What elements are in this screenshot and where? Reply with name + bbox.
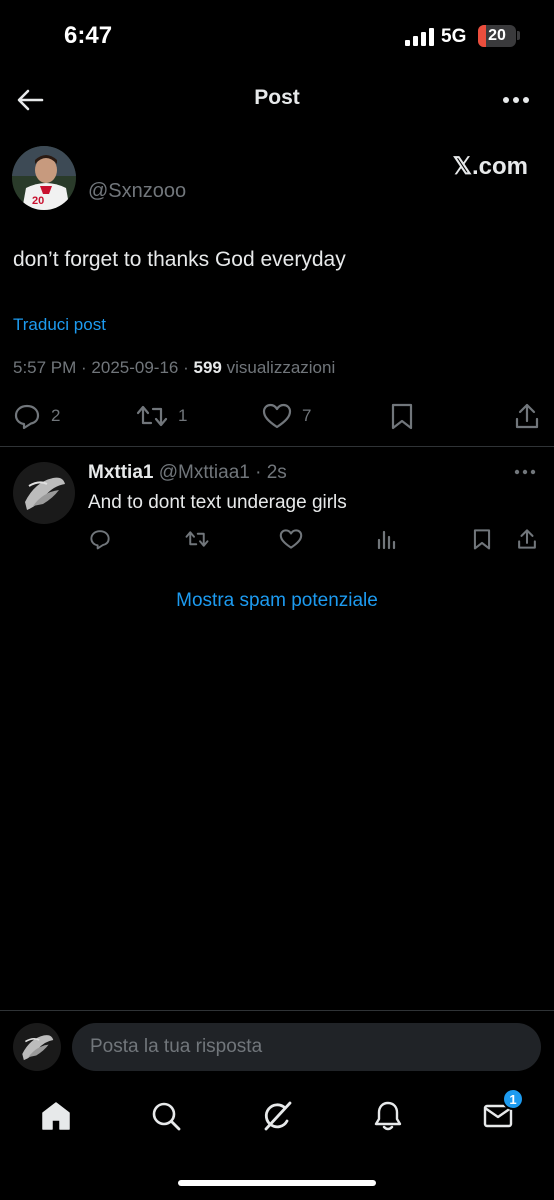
repost-icon [136, 405, 168, 427]
status-bar: 6:47 5G 20 [0, 0, 554, 72]
analytics-icon [377, 530, 396, 550]
heart-icon [262, 403, 292, 429]
reply-reply-button[interactable] [87, 526, 113, 552]
reply-author-handle[interactable]: @Mxttiaa1 · 2s [153, 462, 287, 483]
my-avatar[interactable] [13, 1023, 61, 1071]
tab-messages[interactable]: 1 [478, 1088, 524, 1136]
views-label: visualizzazioni [221, 358, 336, 377]
reply-icon [90, 530, 110, 550]
reply-author-name[interactable]: Mxttia1 [88, 462, 153, 483]
translate-post-link[interactable]: Traduci post [13, 315, 106, 335]
tab-notifications[interactable] [368, 1096, 408, 1136]
reply-views-button[interactable] [374, 526, 400, 552]
page-title: Post [254, 86, 300, 109]
reply-button[interactable]: 2 [13, 398, 60, 434]
tab-home[interactable] [36, 1096, 76, 1136]
svg-text:20: 20 [32, 195, 44, 207]
arrow-left-icon [17, 89, 44, 111]
source-watermark: 𝕏.com [452, 153, 528, 180]
views-count[interactable]: 599 [193, 358, 221, 377]
more-horizontal-icon [514, 469, 536, 475]
reply-composer [0, 1010, 554, 1082]
bell-icon [374, 1101, 402, 1131]
main-post: 20 @Sxnzooo 𝕏.com don’t forget to thanks… [0, 130, 554, 447]
like-count: 7 [302, 406, 312, 425]
author-handle[interactable]: @Sxnzooo [88, 180, 186, 203]
battery-icon: 20 [478, 25, 516, 47]
reply-repost-button[interactable] [184, 526, 210, 552]
tab-search[interactable] [146, 1096, 186, 1136]
grok-icon [264, 1101, 292, 1131]
top-nav: Post [0, 72, 554, 130]
reply-avatar[interactable] [13, 462, 75, 524]
post-actions: 2 1 7 [0, 398, 554, 434]
bookmark-icon [473, 529, 491, 550]
repost-count: 1 [178, 406, 188, 425]
share-button[interactable] [514, 398, 540, 434]
bookmark-button[interactable] [390, 398, 414, 434]
reply-icon [14, 404, 40, 430]
network-label: 5G [441, 26, 467, 47]
bookmark-icon [391, 403, 413, 430]
home-icon [42, 1102, 70, 1130]
post-text: don’t forget to thanks God everyday [13, 248, 346, 271]
back-button[interactable] [12, 82, 48, 118]
reply-text: And to dont text underage girls [88, 492, 347, 513]
more-options-button[interactable] [498, 82, 534, 118]
post-timestamp: 5:57 PM · 2025-09-16 · [13, 358, 194, 377]
like-button[interactable]: 7 [262, 398, 311, 434]
reply-more-button[interactable] [510, 462, 540, 482]
reply-count: 2 [51, 406, 61, 425]
reply-bookmark-button[interactable] [469, 526, 495, 552]
reply-item[interactable]: Mxttia1 @Mxttiaa1 · 2s And to dont text … [0, 448, 554, 568]
repost-button[interactable]: 1 [136, 398, 187, 434]
heart-icon [279, 529, 303, 549]
author-avatar[interactable]: 20 [12, 146, 76, 210]
messages-badge: 1 [502, 1088, 524, 1110]
reply-like-button[interactable] [278, 526, 304, 552]
status-time: 6:47 [64, 22, 113, 49]
post-meta: 5:57 PM · 2025-09-16 · 599 visualizzazio… [13, 358, 335, 378]
search-icon [152, 1102, 181, 1131]
reply-actions [0, 526, 554, 554]
home-indicator [178, 1180, 376, 1186]
reply-header: Mxttia1 @Mxttiaa1 · 2s [88, 462, 287, 484]
reply-input[interactable] [72, 1023, 541, 1071]
reply-share-button[interactable] [514, 526, 540, 552]
share-icon [515, 403, 539, 429]
repost-icon [185, 531, 209, 547]
more-horizontal-icon [503, 97, 529, 103]
signal-icon [405, 28, 435, 46]
share-icon [518, 529, 536, 549]
battery-level: 20 [488, 27, 506, 44]
show-spam-link[interactable]: Mostra spam potenziale [0, 590, 554, 612]
tab-grok[interactable] [257, 1096, 297, 1136]
divider [0, 446, 554, 447]
